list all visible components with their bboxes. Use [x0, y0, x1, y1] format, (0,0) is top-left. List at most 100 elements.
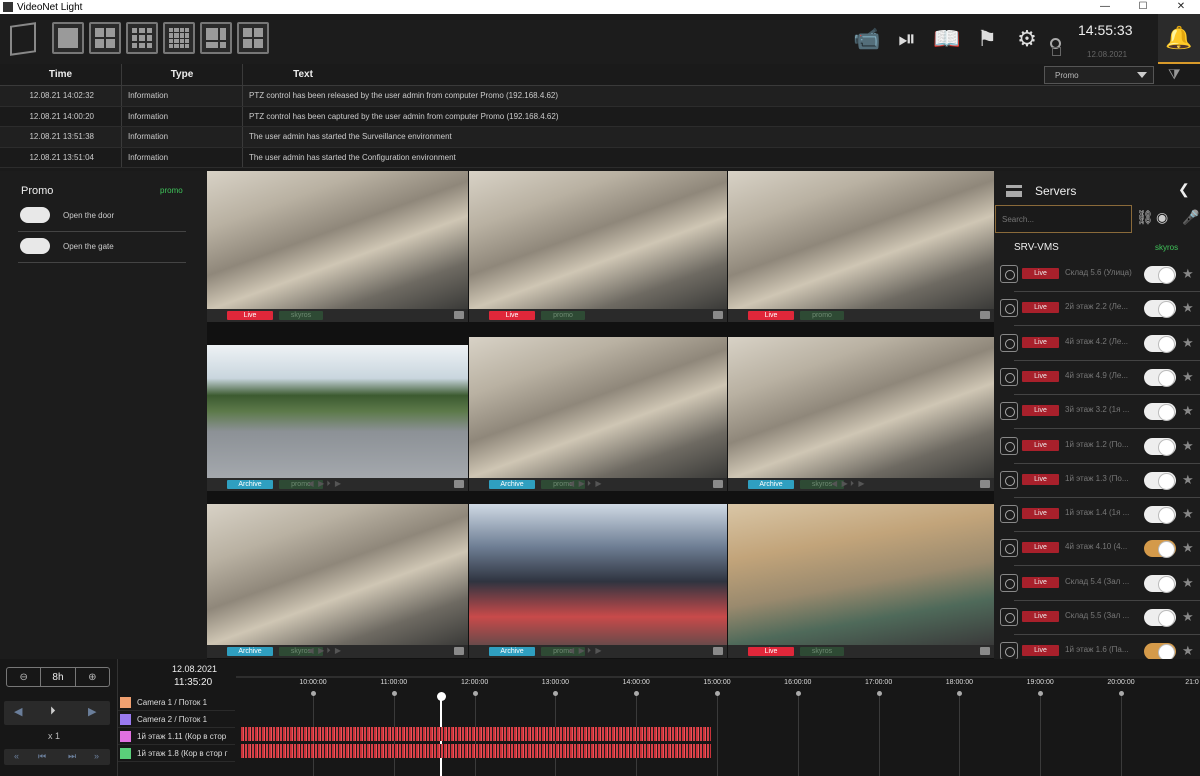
- camera-video-feed[interactable]: [207, 345, 468, 478]
- search-input[interactable]: [995, 205, 1132, 233]
- playback-mini-controls[interactable]: ◀ ▶ ⏵ ▶: [831, 479, 865, 489]
- camera-video-feed[interactable]: [207, 171, 468, 309]
- camera-toggle[interactable]: [1144, 403, 1176, 422]
- camera-list-item[interactable]: Live 2й этаж 2.2 (Ле... ★: [998, 292, 1200, 327]
- camera-video-feed[interactable]: [728, 171, 994, 309]
- layout-3x3-button[interactable]: [126, 22, 158, 54]
- play-icon[interactable]: ⏵: [50, 705, 56, 718]
- ptz-camera-icon[interactable]: 📹: [852, 24, 882, 54]
- camera-list-item[interactable]: Live 1й этаж 1.2 (По... ★: [998, 430, 1200, 464]
- fast-rewind-icon[interactable]: «: [14, 751, 19, 761]
- star-icon[interactable]: ★: [1182, 300, 1194, 316]
- star-icon[interactable]: ★: [1182, 609, 1194, 625]
- microphone-icon[interactable]: 🎤: [1182, 209, 1199, 226]
- prev-frame-icon[interactable]: ⏮: [38, 751, 46, 762]
- col-text[interactable]: Text: [243, 64, 363, 85]
- calendar-icon[interactable]: [1052, 47, 1061, 56]
- col-time[interactable]: Time: [0, 64, 122, 85]
- star-icon[interactable]: ★: [1182, 369, 1194, 385]
- zoom-out-icon[interactable]: ⊖: [7, 668, 40, 686]
- recording-track[interactable]: [241, 727, 711, 741]
- star-icon[interactable]: ★: [1182, 335, 1194, 351]
- playback-mini-controls[interactable]: ◀ ▶ ⏵ ▶: [308, 479, 342, 489]
- camera-toggle[interactable]: [1144, 643, 1176, 662]
- camera-toggle[interactable]: [1144, 609, 1176, 627]
- close-button[interactable]: ✕: [1162, 0, 1200, 14]
- star-icon[interactable]: ★: [1182, 438, 1194, 454]
- snapshot-icon[interactable]: [454, 480, 464, 488]
- layout-1x1-button[interactable]: [52, 22, 84, 54]
- playback-mini-controls[interactable]: ◀ ▶ ⏵ ▶: [568, 646, 602, 656]
- play-circle-icon[interactable]: ⏯: [892, 24, 922, 54]
- star-icon[interactable]: ★: [1182, 643, 1194, 659]
- fast-forward-icon[interactable]: »: [94, 751, 99, 761]
- collapse-chevron-icon[interactable]: ❮: [1178, 181, 1190, 198]
- star-icon[interactable]: ★: [1182, 540, 1194, 556]
- maximize-button[interactable]: ☐: [1124, 0, 1162, 14]
- event-row[interactable]: 12.08.21 13:51:38 Information The user a…: [0, 127, 1200, 148]
- snapshot-icon[interactable]: [713, 480, 723, 488]
- playback-speed[interactable]: x 1: [48, 731, 60, 741]
- timeline-channel[interactable]: 1й этаж 1.11 (Кор в стор: [118, 728, 235, 745]
- camera-list-item[interactable]: Live 4й этаж 4.9 (Ле... ★: [998, 361, 1200, 395]
- camera-tile[interactable]: Archive skyros ◀ ▶ ⏵ ▶: [728, 337, 994, 491]
- timeline-cursor-handle[interactable]: [437, 692, 446, 701]
- snapshot-icon[interactable]: [980, 647, 990, 655]
- layout-custom-button[interactable]: [237, 22, 269, 54]
- star-icon[interactable]: ★: [1182, 575, 1194, 591]
- star-icon[interactable]: ★: [1182, 266, 1194, 282]
- flags-icon[interactable]: ⚑: [972, 24, 1002, 54]
- camera-toggle[interactable]: [1144, 540, 1176, 559]
- camera-list-item[interactable]: Live 4й этаж 4.2 (Ле... ★: [998, 327, 1200, 361]
- book-icon[interactable]: 📖: [932, 24, 962, 54]
- computer-filter-select[interactable]: Promo: [1044, 66, 1154, 84]
- camera-toggle[interactable]: [1144, 574, 1176, 593]
- camera-tile[interactable]: Archive promo ◀ ▶ ⏵ ▶: [469, 504, 727, 658]
- mode-badge[interactable]: Archive: [489, 647, 535, 656]
- layout-4x4-button[interactable]: [163, 22, 195, 54]
- snapshot-icon[interactable]: [454, 311, 464, 319]
- camera-list-item[interactable]: Live Склад 5.6 (Улица) ★: [998, 258, 1200, 292]
- camera-list-item[interactable]: Live Склад 5.4 (Зал ... ★: [998, 567, 1200, 601]
- camera-list-item[interactable]: Live 1й этаж 1.3 (По... ★: [998, 464, 1200, 498]
- camera-list-item[interactable]: Live 4й этаж 4.10 (4... ★: [998, 532, 1200, 567]
- door-toggle[interactable]: [20, 207, 50, 223]
- event-row[interactable]: 12.08.21 13:51:04 Information The user a…: [0, 147, 1200, 168]
- camera-video-feed[interactable]: [469, 504, 727, 645]
- camera-tile[interactable]: Live skyros: [207, 171, 468, 322]
- camera-video-feed[interactable]: [728, 337, 994, 478]
- filter-icon[interactable]: ⧩: [1168, 66, 1181, 83]
- camera-toggle[interactable]: [1144, 266, 1176, 284]
- snapshot-icon[interactable]: [454, 647, 464, 655]
- col-type[interactable]: Type: [122, 64, 243, 85]
- camera-tile[interactable]: Live skyros: [728, 504, 994, 658]
- mode-badge[interactable]: Archive: [227, 647, 273, 656]
- rewind-icon[interactable]: ◀: [14, 705, 22, 718]
- gear-icon[interactable]: ⚙: [1012, 24, 1042, 54]
- tree-icon[interactable]: ⛓: [1136, 209, 1154, 226]
- timeline-channel[interactable]: 1й этаж 1.8 (Кор в стор г: [118, 745, 235, 762]
- camera-video-feed[interactable]: [469, 337, 727, 478]
- camera-tile[interactable]: Live promo: [469, 171, 727, 322]
- mode-badge[interactable]: Live: [748, 311, 794, 320]
- camera-list-item[interactable]: Live 1й этаж 1.4 (1я ... ★: [998, 498, 1200, 533]
- gate-toggle[interactable]: [20, 238, 50, 254]
- camera-toggle[interactable]: [1144, 368, 1176, 387]
- mode-badge[interactable]: Live: [489, 311, 535, 320]
- snapshot-icon[interactable]: [713, 311, 723, 319]
- event-row[interactable]: 12.08.21 14:02:32 Information PTZ contro…: [0, 86, 1200, 107]
- forward-icon[interactable]: ▶: [88, 705, 96, 718]
- camera-tile[interactable]: Archive promo ◀ ▶ ⏵ ▶: [469, 337, 727, 491]
- playback-mini-controls[interactable]: ◀ ▶ ⏵ ▶: [308, 646, 342, 656]
- star-icon[interactable]: ★: [1182, 403, 1194, 419]
- event-row[interactable]: 12.08.21 14:00:20 Information PTZ contro…: [0, 106, 1200, 127]
- recording-track[interactable]: [241, 744, 711, 758]
- camera-toggle[interactable]: [1144, 300, 1176, 319]
- snapshot-icon[interactable]: [980, 311, 990, 319]
- timeline-channel[interactable]: Camera 2 / Поток 1: [118, 711, 235, 728]
- camera-toggle[interactable]: [1144, 471, 1176, 490]
- camera-video-feed[interactable]: [207, 504, 468, 645]
- next-frame-icon[interactable]: ⏭: [68, 751, 76, 762]
- server-name[interactable]: SRV-VMS: [1014, 242, 1059, 253]
- camera-list-item[interactable]: Live 3й этаж 3.2 (1я ... ★: [998, 395, 1200, 430]
